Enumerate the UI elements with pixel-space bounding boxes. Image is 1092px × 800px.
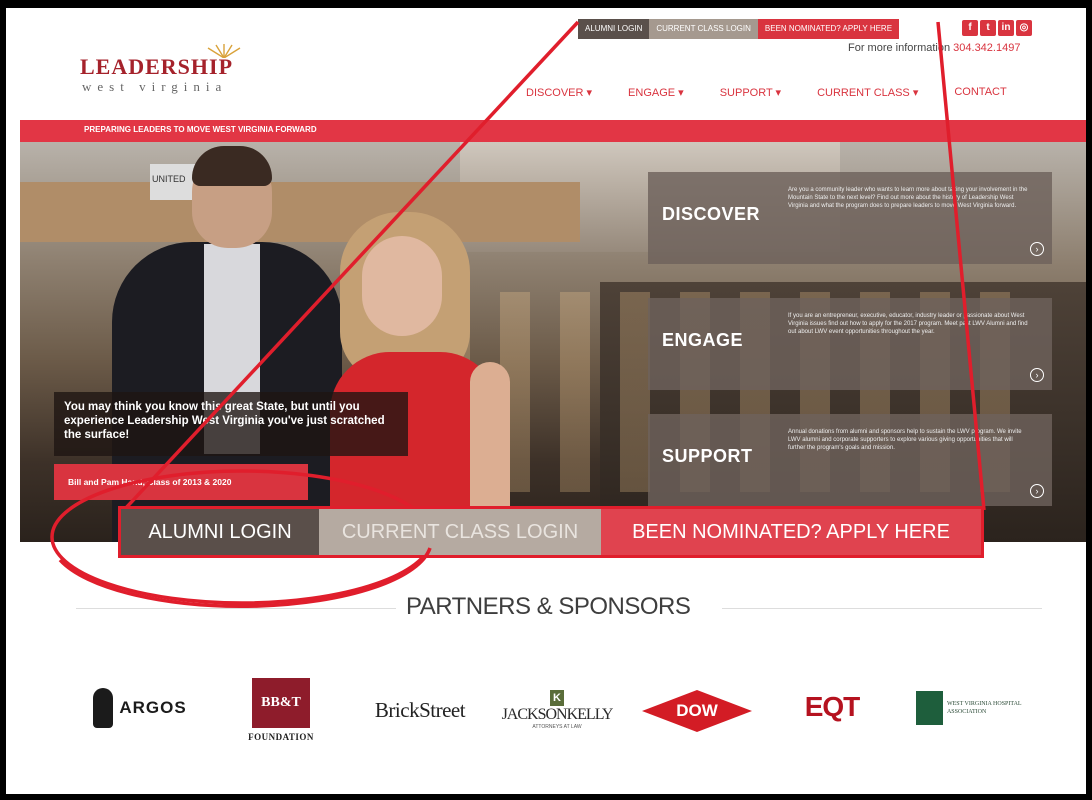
site-logo[interactable]: LEADERSHIP west virginia [80,44,270,104]
discover-panel-desc: Are you a community leader who wants to … [788,187,1028,209]
jacksonkelly-sub: ATTORNEYS AT LAW [532,724,582,730]
brickstreet-name: BrickStreet [374,697,466,722]
eqt-logo: EQT [804,691,861,722]
sponsor-brickstreet[interactable]: BrickStreet [362,688,478,732]
sponsor-dow[interactable]: DOW [642,690,752,732]
woman-face [362,236,442,336]
zoom-current-class-login[interactable]: CURRENT CLASS LOGIN [319,509,601,555]
sponsor-wvha[interactable]: WEST VIRGINIA HOSPITAL ASSOCIATION [916,682,1038,734]
hero-quote-button[interactable]: Bill and Pam Hand, Class of 2013 & 2020 [54,464,308,500]
nav-support[interactable]: SUPPORT ▾ [720,86,781,99]
contact-info: For more information 304.342.1497 [848,42,1020,54]
zoom-apply-here[interactable]: BEEN NOMINATED? APPLY HERE [601,509,981,555]
sponsor-bbt[interactable]: BB&T FOUNDATION [238,668,324,752]
arrow-right-icon[interactable]: › [1030,242,1044,256]
social-links: f t in ◎ [962,20,1032,36]
logo-subtitle: west virginia [82,79,228,94]
wvha-logo-icon [916,691,943,725]
engage-panel-desc: If you are an entrepreneur, executive, e… [788,313,1028,335]
zoom-alumni-login[interactable]: ALUMNI LOGIN [121,509,319,555]
tagline-text: PREPARING LEADERS TO MOVE WEST VIRGINIA … [84,125,317,134]
partners-divider-left [76,608,396,609]
discover-panel-title: DISCOVER [662,204,761,224]
arrow-right-icon[interactable]: › [1030,368,1044,382]
screenshot-frame: LEADERSHIP west virginia ALUMNI LOGIN CU… [6,8,1086,794]
info-label: For more information [848,42,951,54]
bbt-caption: FOUNDATION [248,732,314,742]
hero-banner: UNITED You may think you know this great… [20,142,1086,542]
man-hair [192,146,272,186]
main-nav: DISCOVER ▾ ENGAGE ▾ SUPPORT ▾ CURRENT CL… [526,86,1007,99]
support-panel[interactable]: SUPPORT Annual donations from alumni and… [648,414,1052,506]
sponsor-eqt[interactable]: EQT [792,684,872,730]
dow-logo: DOW [642,690,752,732]
argos-logo-icon [93,688,114,728]
hero-quote: You may think you know this great State,… [54,392,408,456]
apply-here-link[interactable]: BEEN NOMINATED? APPLY HERE [757,19,900,39]
arrow-right-icon[interactable]: › [1030,484,1044,498]
support-panel-desc: Annual donations from alumni and sponsor… [788,429,1022,451]
partners-divider-right [722,608,1042,609]
support-panel-title: SUPPORT [662,446,753,466]
jacksonkelly-name: JACKSONKELLY [501,706,614,723]
engage-panel-title: ENGAGE [662,330,744,350]
instagram-icon[interactable]: ◎ [1016,20,1032,36]
sponsor-jacksonkelly[interactable]: K JACKSONKELLY ATTORNEYS AT LAW [500,684,614,736]
phone-link[interactable]: 304.342.1497 [953,42,1020,54]
logo-title: LEADERSHIP [80,54,234,79]
alumni-login-link[interactable]: ALUMNI LOGIN [578,19,650,39]
nav-contact[interactable]: CONTACT [954,86,1006,99]
partners-title: PARTNERS & SPONSORS [406,593,691,620]
sponsor-argos[interactable]: ARGOS [80,680,200,736]
twitter-icon[interactable]: t [980,20,996,36]
login-bar-zoom: ALUMNI LOGIN CURRENT CLASS LOGIN BEEN NO… [118,506,984,558]
facebook-icon[interactable]: f [962,20,978,36]
top-links: ALUMNI LOGIN CURRENT CLASS LOGIN BEEN NO… [578,19,900,39]
jacksonkelly-mark: K [550,690,564,706]
nav-current-class[interactable]: CURRENT CLASS ▾ [817,86,918,99]
wvha-name: WEST VIRGINIA HOSPITAL ASSOCIATION [946,701,1022,715]
engage-panel[interactable]: ENGAGE If you are an entrepreneur, execu… [648,298,1052,390]
tagline-bar: PREPARING LEADERS TO MOVE WEST VIRGINIA … [20,120,1086,142]
bbt-logo: BB&T [252,678,310,728]
nav-discover[interactable]: DISCOVER ▾ [526,86,592,99]
site-header: LEADERSHIP west virginia ALUMNI LOGIN CU… [6,8,1086,120]
current-class-login-link[interactable]: CURRENT CLASS LOGIN [649,19,758,39]
hero-photo-woman [320,212,540,542]
discover-panel[interactable]: DISCOVER Are you a community leader who … [648,172,1052,264]
argos-name: ARGOS [119,698,187,717]
nav-engage[interactable]: ENGAGE ▾ [628,86,684,99]
linkedin-icon[interactable]: in [998,20,1014,36]
